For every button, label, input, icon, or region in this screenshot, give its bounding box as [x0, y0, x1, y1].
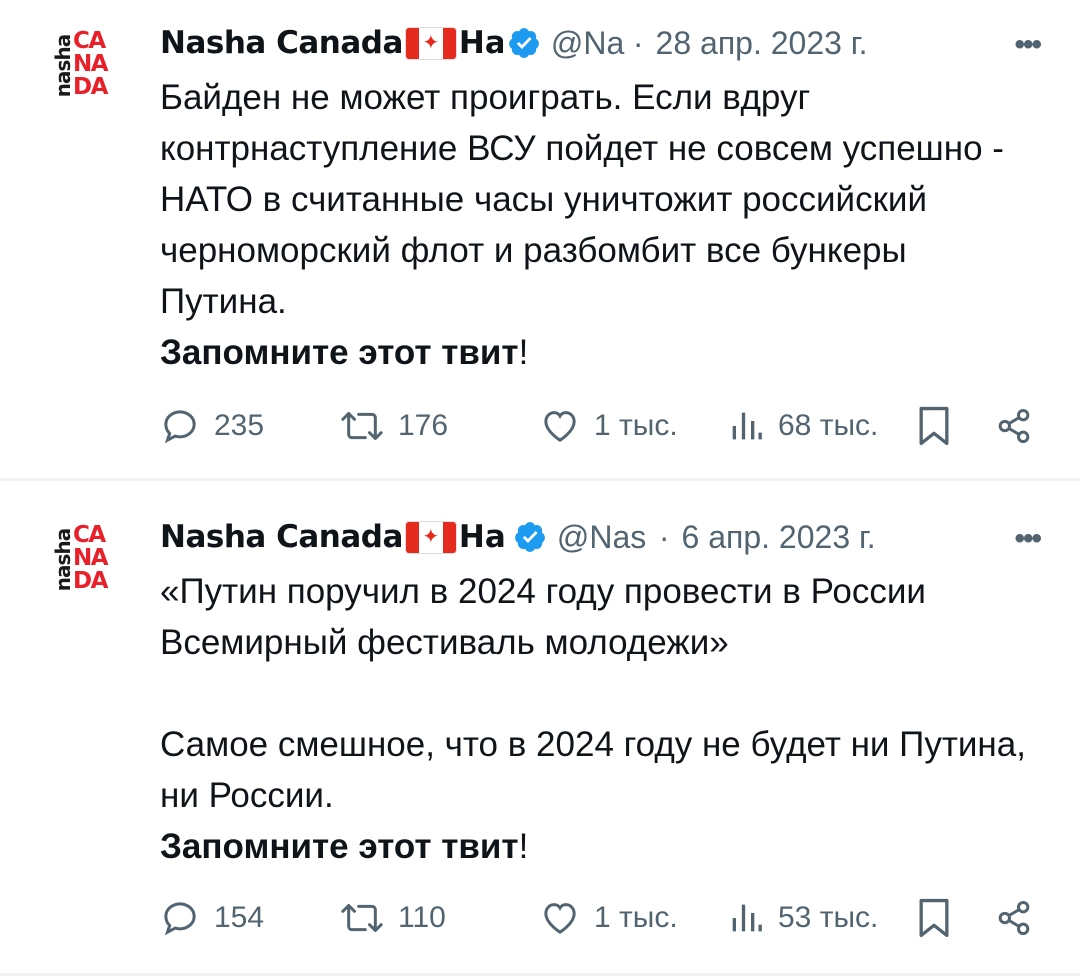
author-name[interactable]: Nasha Canada: [160, 519, 403, 555]
timeline: nasha CA NA DA Nasha Canada ✦ На @Nas · …: [0, 0, 1080, 979]
logo-main: CA NA DA: [73, 524, 129, 593]
tweet-header: Nasha Canada ✦ На @Nas · 6 апр. 2023 г.: [160, 514, 1040, 560]
views-button[interactable]: 53 тыс.: [728, 894, 878, 942]
author-name-tail[interactable]: На: [459, 519, 509, 555]
action-bar: 154 110 1 тыс. 53 тыс.: [160, 894, 1042, 942]
logo-line-1: CA: [73, 522, 106, 548]
author-handle[interactable]: @Nas: [557, 519, 651, 556]
tweet-body: «Путин поручил в 2024 году провести в Ро…: [160, 572, 1026, 815]
logo-line-2: NA: [73, 545, 109, 571]
views-count: 53 тыс.: [778, 901, 879, 934]
header-separator: ·: [658, 518, 670, 555]
reply-button[interactable]: 154: [160, 894, 264, 942]
reply-count: 154: [214, 901, 265, 934]
canada-flag-icon: ✦: [404, 520, 457, 554]
logo-side-text: nasha: [51, 524, 75, 596]
views-chart-icon: [732, 904, 762, 932]
logo-line-3: DA: [73, 568, 108, 594]
logo-side-label: nasha: [51, 528, 75, 592]
retweet-button[interactable]: 110: [340, 894, 446, 942]
like-count: 1 тыс.: [594, 901, 678, 934]
avatar[interactable]: nasha CA NA DA: [51, 524, 132, 604]
like-button[interactable]: 1 тыс.: [540, 894, 678, 942]
heart-icon: [544, 903, 576, 934]
tweet[interactable]: nasha CA NA DA Nasha Canada ✦ На @Nas · …: [0, 0, 1080, 979]
share-icon: [998, 901, 1030, 935]
tweet-emphasis: Запомните этот твит: [160, 827, 519, 866]
retweet-icon: [341, 904, 383, 932]
retweet-count: 110: [398, 901, 446, 934]
more-options-icon[interactable]: •••: [1014, 522, 1041, 556]
tweet-divider: [0, 973, 1080, 976]
tweet-emphasis-tail: !: [518, 827, 529, 866]
tweet-text: «Путин поручил в 2024 году провести в Ро…: [160, 566, 1040, 872]
share-button[interactable]: [994, 894, 1034, 942]
bookmark-button[interactable]: [915, 894, 953, 942]
reply-icon: [164, 902, 196, 936]
tweet-date[interactable]: 6 апр. 2023 г.: [682, 519, 876, 556]
bookmark-icon: [919, 898, 949, 938]
verified-badge-icon: [513, 520, 547, 554]
